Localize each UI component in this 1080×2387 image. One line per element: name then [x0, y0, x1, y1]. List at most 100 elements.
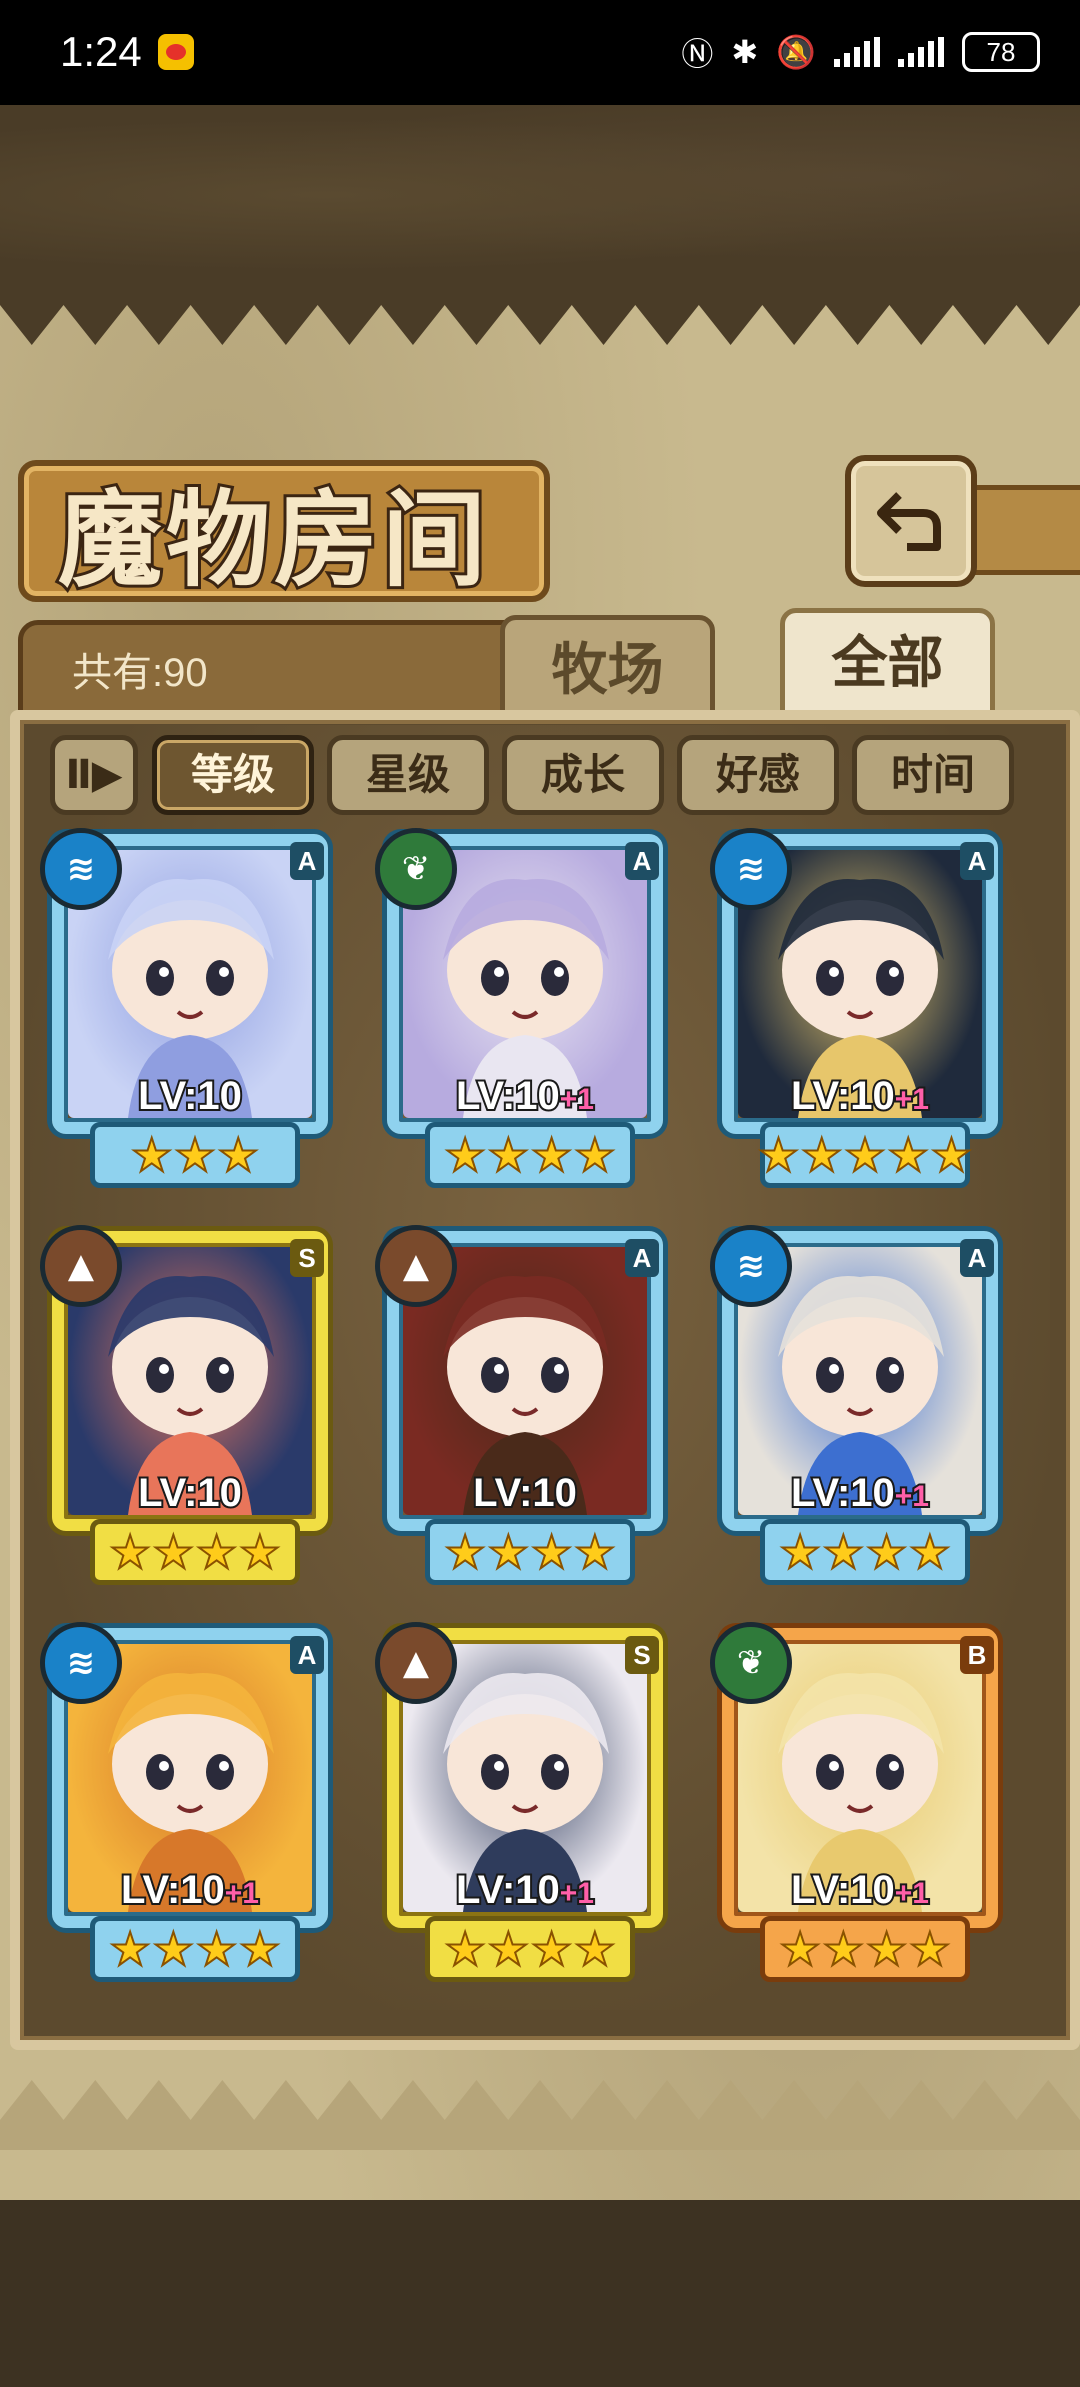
sort-time-button[interactable]: 时间 — [852, 735, 1014, 815]
sort-growth-button[interactable]: 成长 — [502, 735, 664, 815]
tab-ranch[interactable]: 牧场 — [500, 615, 715, 725]
monster-card[interactable]: A ≋ LV:10 ★ ★ ★ — [40, 828, 340, 1188]
monster-card[interactable]: A ≋ LV:10+1 ★ ★ ★ ★ — [40, 1622, 340, 1982]
monster-card[interactable]: S ▲ LV:10+1 ★ ★ ★ ★ — [375, 1622, 675, 1982]
star-icon: ★ — [887, 1128, 930, 1182]
star-rating: ★ ★ ★ ★ — [760, 1916, 970, 1982]
star-rating: ★ ★ ★ — [90, 1122, 300, 1188]
star-rating: ★ ★ ★ ★ — [425, 1916, 635, 1982]
monster-card[interactable]: B ❦ LV:10+1 ★ ★ ★ ★ — [710, 1622, 1010, 1982]
battery-indicator: 78 — [962, 32, 1040, 72]
star-icon: ★ — [778, 1922, 821, 1976]
star-icon: ★ — [238, 1525, 281, 1579]
star-icon: ★ — [778, 1525, 821, 1579]
star-icon: ★ — [908, 1922, 951, 1976]
earth-element-icon: ▲ — [40, 1225, 122, 1307]
level-bonus: +1 — [558, 1081, 596, 1118]
level-bonus: +1 — [893, 1478, 931, 1515]
weibo-icon — [158, 34, 194, 70]
level-label: LV:10+1 — [710, 1866, 1010, 1914]
star-icon: ★ — [573, 1128, 616, 1182]
nfc-icon: Ⓝ — [681, 35, 714, 73]
sort-level-button[interactable]: 等级 — [152, 735, 314, 815]
rank-badge: A — [290, 1636, 324, 1674]
level-text: LV:10 — [136, 1072, 244, 1120]
star-icon: ★ — [487, 1128, 530, 1182]
water-element-icon: ≋ — [710, 828, 792, 910]
level-text: LV:10 — [454, 1072, 562, 1120]
sort-order-toggle[interactable]: Ⅱ▶ — [50, 735, 138, 815]
star-icon: ★ — [865, 1525, 908, 1579]
earth-element-icon: ▲ — [375, 1225, 457, 1307]
status-icons: Ⓝ ✱ 🔕 78 — [681, 30, 1040, 74]
star-icon: ★ — [757, 1128, 800, 1182]
map-background-bottom — [0, 2200, 1080, 2387]
level-label: LV:10+1 — [710, 1072, 1010, 1120]
sort-affection-button[interactable]: 好感 — [677, 735, 839, 815]
plant-element-icon: ❦ — [375, 828, 457, 910]
level-bonus: +1 — [223, 1875, 261, 1912]
level-label: LV:10 — [375, 1469, 675, 1517]
monster-card[interactable]: A ≋ LV:10+1 ★ ★ ★ ★ ★ — [710, 828, 1010, 1188]
star-rating: ★ ★ ★ ★ — [425, 1122, 635, 1188]
level-text: LV:10 — [136, 1469, 244, 1517]
rank-badge: A — [625, 842, 659, 880]
rank-badge: A — [290, 842, 324, 880]
star-icon: ★ — [443, 1922, 486, 1976]
star-icon: ★ — [530, 1922, 573, 1976]
back-rail — [965, 485, 1080, 575]
level-label: LV:10+1 — [40, 1866, 340, 1914]
star-icon: ★ — [487, 1525, 530, 1579]
star-icon: ★ — [152, 1922, 195, 1976]
zigzag-border-bottom — [0, 2080, 1080, 2150]
star-icon: ★ — [487, 1922, 530, 1976]
star-icon: ★ — [822, 1525, 865, 1579]
star-icon: ★ — [822, 1922, 865, 1976]
page-title: 魔物房间 — [55, 475, 491, 604]
star-icon: ★ — [800, 1128, 843, 1182]
back-button[interactable] — [845, 455, 977, 587]
earth-element-icon: ▲ — [375, 1622, 457, 1704]
level-bonus: +1 — [558, 1875, 596, 1912]
map-background-top — [0, 105, 1080, 285]
water-element-icon: ≋ — [40, 828, 122, 910]
level-text: LV:10 — [789, 1469, 897, 1517]
level-bonus: +1 — [893, 1081, 931, 1118]
rank-badge: S — [290, 1239, 324, 1277]
level-text: LV:10 — [454, 1866, 562, 1914]
level-label: LV:10+1 — [375, 1072, 675, 1120]
level-text: LV:10 — [789, 1072, 897, 1120]
star-icon: ★ — [238, 1922, 281, 1976]
star-icon: ★ — [865, 1922, 908, 1976]
water-element-icon: ≋ — [40, 1622, 122, 1704]
star-icon: ★ — [173, 1128, 216, 1182]
star-icon: ★ — [843, 1128, 886, 1182]
star-icon: ★ — [530, 1525, 573, 1579]
monster-card[interactable]: S ▲ LV:10 ★ ★ ★ ★ — [40, 1225, 340, 1585]
rank-badge: A — [960, 1239, 994, 1277]
level-text: LV:10 — [119, 1866, 227, 1914]
level-label: LV:10+1 — [710, 1469, 1010, 1517]
star-rating: ★ ★ ★ ★ — [760, 1519, 970, 1585]
status-bar: 1:24 Ⓝ ✱ 🔕 78 — [0, 0, 1080, 105]
star-rating: ★ ★ ★ ★ — [90, 1519, 300, 1585]
star-icon: ★ — [443, 1525, 486, 1579]
sort-star-button[interactable]: 星级 — [327, 735, 489, 815]
star-rating: ★ ★ ★ ★ — [425, 1519, 635, 1585]
clock: 1:24 — [60, 28, 142, 75]
star-icon: ★ — [573, 1525, 616, 1579]
water-element-icon: ≋ — [710, 1225, 792, 1307]
monster-card[interactable]: A ≋ LV:10+1 ★ ★ ★ ★ — [710, 1225, 1010, 1585]
star-icon: ★ — [930, 1128, 973, 1182]
monster-card[interactable]: A ❦ LV:10+1 ★ ★ ★ ★ — [375, 828, 675, 1188]
rank-badge: B — [960, 1636, 994, 1674]
monster-card[interactable]: A ▲ LV:10 ★ ★ ★ ★ — [375, 1225, 675, 1585]
bluetooth-icon: ✱ — [731, 33, 759, 71]
star-icon: ★ — [908, 1525, 951, 1579]
star-icon: ★ — [530, 1128, 573, 1182]
signal-icon — [898, 37, 944, 67]
level-text: LV:10 — [471, 1469, 579, 1517]
rank-badge: A — [960, 842, 994, 880]
star-icon: ★ — [152, 1525, 195, 1579]
star-icon: ★ — [217, 1128, 260, 1182]
